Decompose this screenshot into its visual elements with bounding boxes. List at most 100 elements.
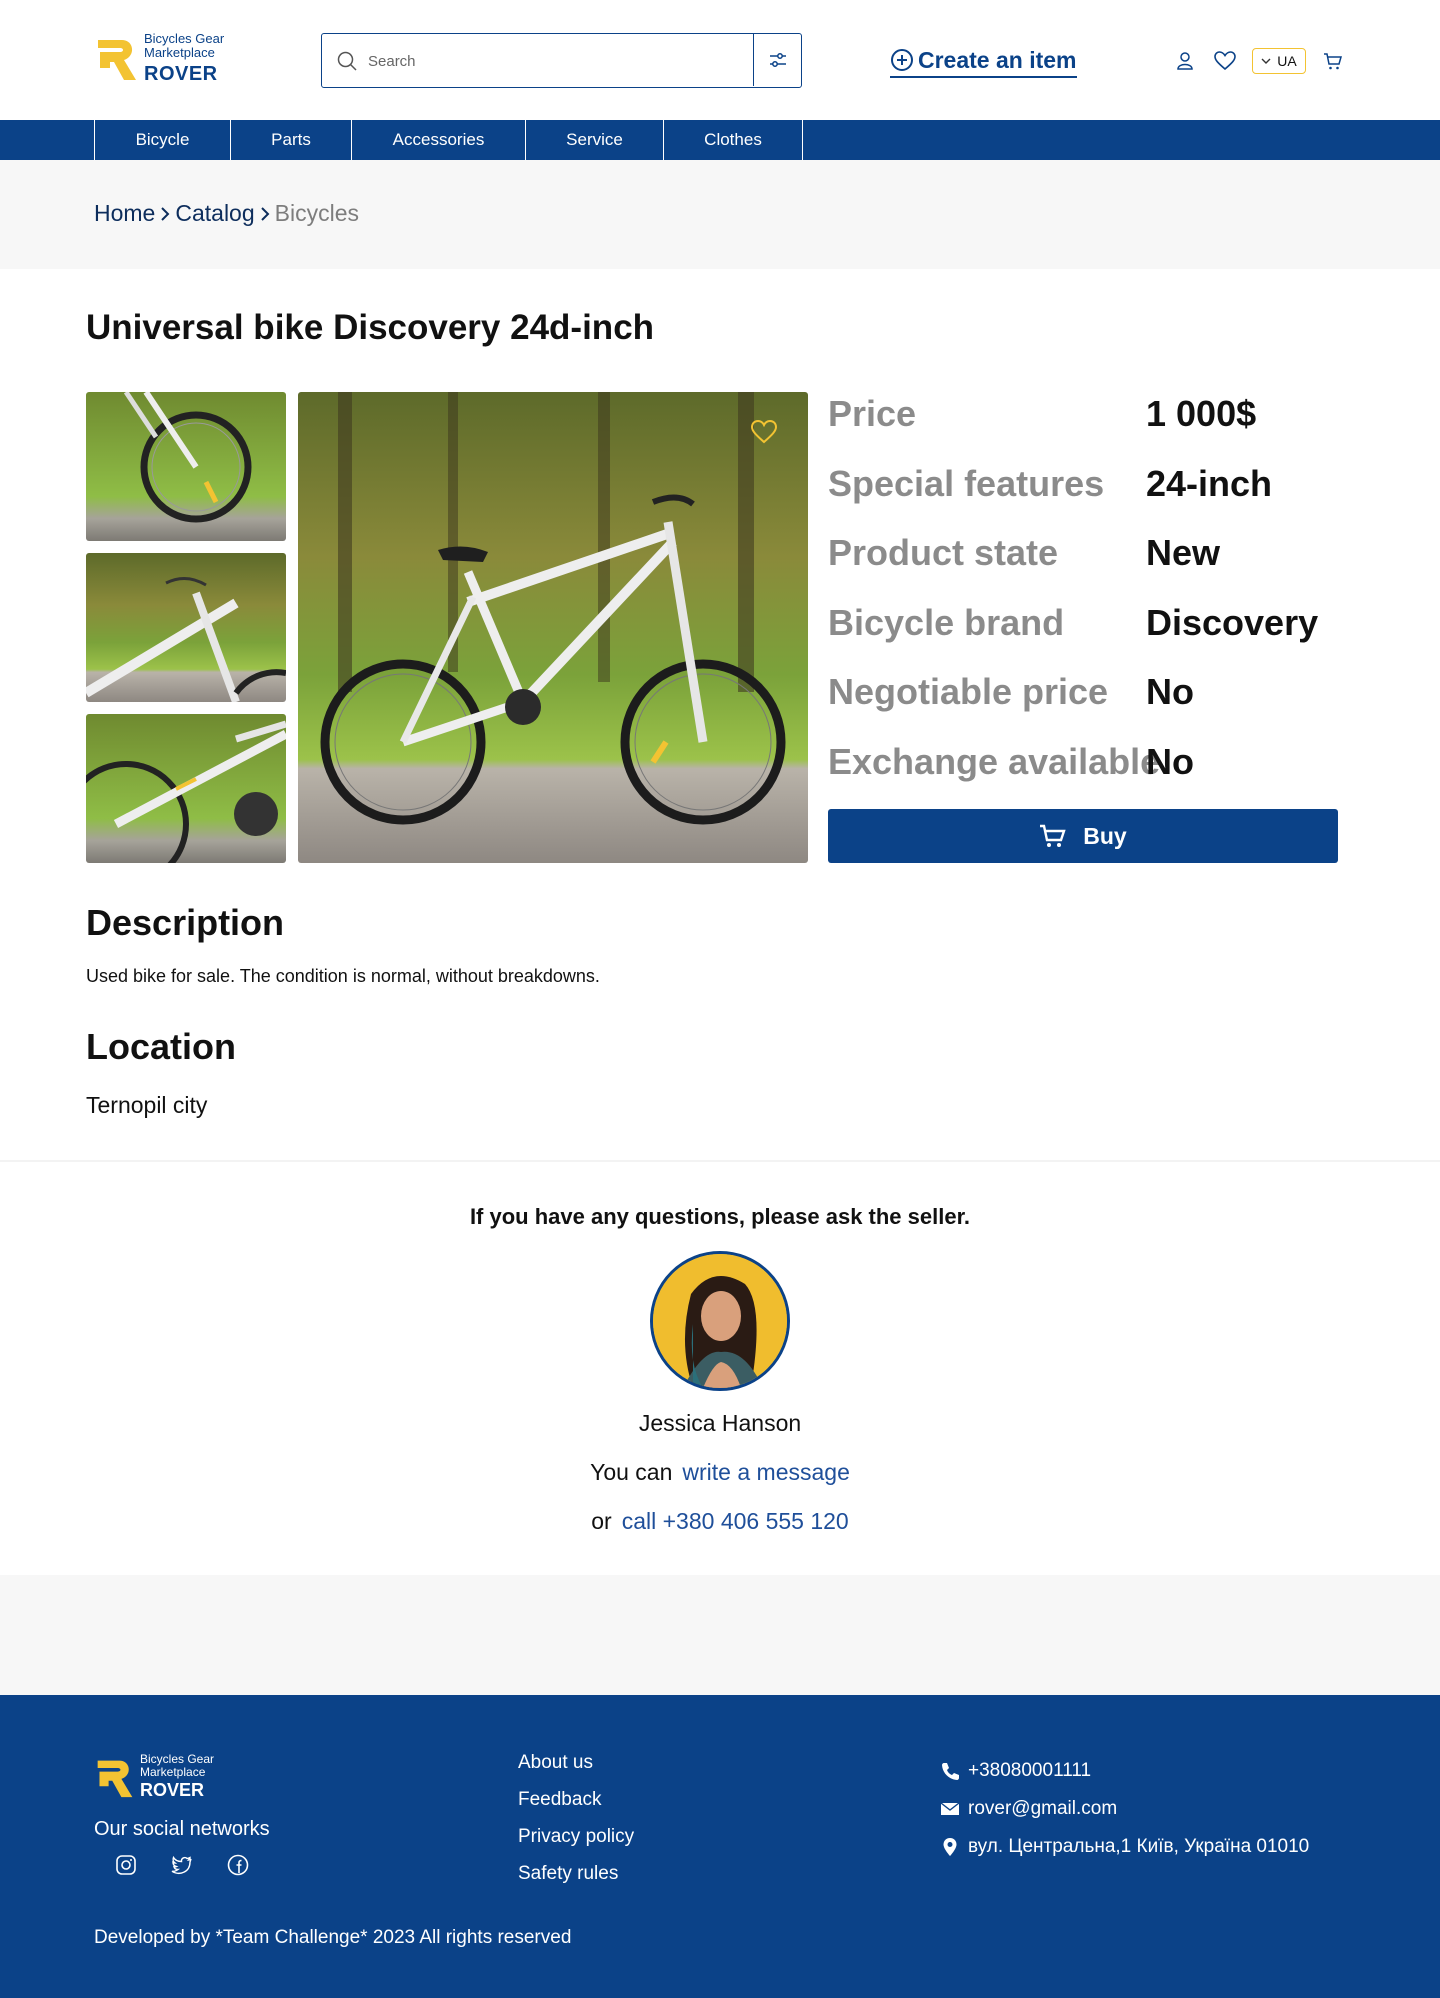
header: Bicycles Gear Marketplace ROVER Create a… xyxy=(0,0,1440,120)
chevron-right-icon xyxy=(255,202,275,226)
spec-key: Exchange available xyxy=(828,740,1161,782)
nav-item-clothes[interactable]: Clothes xyxy=(663,120,803,160)
contact-phone[interactable]: +38080001111 xyxy=(940,1752,1309,1790)
user-icon[interactable] xyxy=(1172,48,1198,74)
product-main-image xyxy=(298,392,808,863)
description-text: Used bike for sale. The condition is nor… xyxy=(86,966,600,986)
brand-line1: Bicycles Gear xyxy=(144,31,225,46)
description-heading: Description xyxy=(86,902,285,943)
favorite-heart-icon[interactable] xyxy=(750,418,778,446)
spec-row-special-features: Special features 24-inch xyxy=(828,455,1348,525)
spec-value: New xyxy=(1146,532,1221,574)
phone-icon xyxy=(942,1763,959,1780)
brand-line2: Marketplace xyxy=(144,45,215,60)
avatar xyxy=(650,1251,790,1391)
search-icon xyxy=(337,51,357,71)
cart-icon xyxy=(1040,824,1066,847)
footer-brand-logo[interactable]: Bicycles Gear Marketplace ROVER xyxy=(94,1753,244,1803)
spec-value: No xyxy=(1146,671,1194,713)
product-specs: Price 1 000$ Special features 24-inch Pr… xyxy=(828,385,1348,803)
spec-key: Product state xyxy=(828,532,1059,574)
spec-key: Negotiable price xyxy=(828,671,1109,713)
rover-logo-icon xyxy=(97,1760,133,1798)
brand-name: ROVER xyxy=(144,63,218,85)
address-text: вул. Центральна,1 Київ, Україна 01010 xyxy=(968,1836,1310,1857)
product-title: Universal bike Discovery 24d-inch xyxy=(86,308,655,347)
write-message-link[interactable]: write a message xyxy=(682,1459,849,1485)
footer-link-feedback[interactable]: Feedback xyxy=(518,1789,634,1826)
spec-row-exchange-available: Exchange available No xyxy=(828,733,1348,803)
spec-value: 1 000$ xyxy=(1146,393,1257,434)
spec-row-product-state: Product state New xyxy=(828,524,1348,594)
spec-value: Discovery xyxy=(1146,601,1319,643)
footer: Bicycles Gear Marketplace ROVER Our soci… xyxy=(0,1695,1440,1998)
call-seller-link[interactable]: call +380 406 555 120 xyxy=(622,1508,849,1534)
create-item-link[interactable]: Create an item xyxy=(890,44,1077,78)
instagram-icon[interactable] xyxy=(114,1853,138,1877)
brand-name: ROVER xyxy=(140,1780,205,1800)
spec-key: Price xyxy=(828,393,917,434)
language-selector[interactable]: UA xyxy=(1252,48,1306,74)
plus-circle-icon xyxy=(891,49,913,71)
rover-logo-icon xyxy=(98,40,136,80)
footer-links: About us Feedback Privacy policy Safety … xyxy=(518,1752,634,1900)
header-actions: UA xyxy=(1172,48,1346,74)
call-prefix: or xyxy=(591,1508,612,1534)
thumbnail-3[interactable] xyxy=(86,714,286,863)
search-bar xyxy=(321,33,802,88)
nav-item-parts[interactable]: Parts xyxy=(230,120,351,160)
location-text: Ternopil city xyxy=(86,1092,208,1118)
create-item-label: Create an item xyxy=(918,46,1077,73)
spec-value: 24-inch xyxy=(1146,462,1273,504)
spec-row-bicycle-brand: Bicycle brand Discovery xyxy=(828,594,1348,664)
phone-text: +38080001111 xyxy=(968,1760,1092,1781)
search-input[interactable] xyxy=(368,46,748,76)
footer-link-privacy[interactable]: Privacy policy xyxy=(518,1826,634,1863)
chevron-down-icon xyxy=(1261,58,1271,64)
message-prefix: You can xyxy=(590,1459,673,1485)
nav-item-service[interactable]: Service xyxy=(525,120,663,160)
nav-item-bicycle[interactable]: Bicycle xyxy=(94,120,230,160)
category-nav: Bicycle Parts Accessories Service Clothe… xyxy=(0,120,1440,160)
heart-icon[interactable] xyxy=(1212,48,1238,74)
breadcrumb-band: Home Catalog Bicycles xyxy=(0,160,1440,269)
breadcrumb-current: Bicycles xyxy=(274,200,359,226)
twitter-icon[interactable] xyxy=(170,1853,194,1877)
filter-button[interactable] xyxy=(753,34,801,86)
nav-item-accessories[interactable]: Accessories xyxy=(351,120,525,160)
contact-address: вул. Центральна,1 Київ, Україна 01010 xyxy=(940,1828,1309,1866)
seller-name: Jessica Hanson xyxy=(638,1410,802,1436)
footer-link-about[interactable]: About us xyxy=(518,1752,634,1789)
message-line: You can write a message xyxy=(0,1459,1440,1486)
footer-contacts: +38080001111 rover@gmail.com вул. Центра… xyxy=(940,1752,1309,1866)
location-heading: Location xyxy=(86,1026,236,1067)
filter-sliders-icon xyxy=(769,53,786,67)
call-line: or call +380 406 555 120 xyxy=(0,1508,1440,1535)
mail-icon xyxy=(940,1802,960,1815)
section-divider xyxy=(0,1160,1440,1162)
thumbnail-1[interactable] xyxy=(86,392,286,541)
spec-row-negotiable-price: Negotiable price No xyxy=(828,663,1348,733)
spacer-band xyxy=(0,1575,1440,1695)
footer-link-safety[interactable]: Safety rules xyxy=(518,1863,634,1900)
buy-label: Buy xyxy=(1083,822,1127,849)
contact-email[interactable]: rover@gmail.com xyxy=(940,1790,1309,1828)
chevron-right-icon xyxy=(155,202,175,226)
thumbnail-2[interactable] xyxy=(86,553,286,702)
copyright: Developed by *Team Challenge* 2023 All r… xyxy=(94,1927,572,1948)
spec-key: Bicycle brand xyxy=(828,601,1065,643)
breadcrumb: Home Catalog Bicycles xyxy=(94,200,359,227)
email-text: rover@gmail.com xyxy=(968,1798,1118,1819)
facebook-icon[interactable] xyxy=(226,1853,250,1877)
seller-prompt: If you have any questions, please ask th… xyxy=(469,1204,971,1229)
buy-button[interactable]: Buy xyxy=(828,809,1338,863)
spec-key: Special features xyxy=(828,462,1105,504)
brand-logo[interactable]: Bicycles Gear Marketplace ROVER xyxy=(94,30,244,86)
location-pin-icon xyxy=(943,1838,957,1856)
language-label: UA xyxy=(1277,53,1297,69)
brand-line2: Marketplace xyxy=(140,1765,206,1779)
breadcrumb-catalog[interactable]: Catalog xyxy=(175,200,254,227)
cart-icon[interactable] xyxy=(1320,48,1346,74)
breadcrumb-home[interactable]: Home xyxy=(94,200,155,227)
spec-value: No xyxy=(1146,740,1194,782)
